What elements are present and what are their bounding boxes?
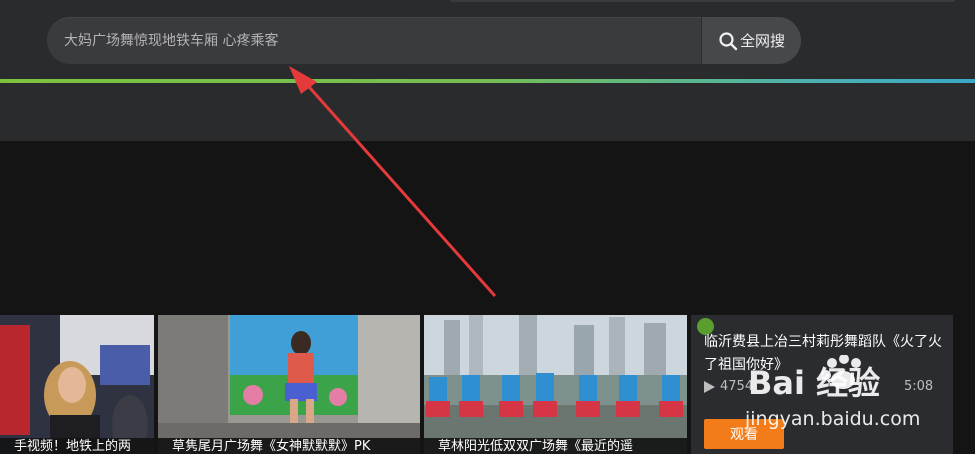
- video-title: 临沂费县上冶三村莉彤舞蹈队《火了火了祖国你好》: [704, 334, 942, 373]
- video-meta: 4754: [704, 379, 753, 394]
- video-thumbnail-1[interactable]: 手视频！地铁上的两: [0, 315, 154, 454]
- search-bar: 全网搜: [47, 17, 801, 64]
- video-duration: 5:08: [904, 379, 934, 394]
- watch-button[interactable]: 观看: [704, 419, 784, 449]
- video-caption-2: 草隽尾月广场舞《女神默默默》PK: [158, 438, 420, 454]
- video-featured-card[interactable]: 临沂费县上冶三村莉彤舞蹈队《火了火了祖国你好》 4754 5:08 观看: [691, 315, 953, 454]
- search-input[interactable]: [47, 17, 701, 64]
- video-thumbnail-2[interactable]: 草隽尾月广场舞《女神默默默》PK: [158, 315, 420, 454]
- search-button-label: 全网搜: [739, 32, 785, 50]
- view-count: 4754: [720, 379, 754, 394]
- video-thumbnail-3[interactable]: 草林阳光低双双广场舞《最近的遥: [424, 315, 687, 454]
- video-image-2: [158, 315, 420, 454]
- header-accent-line: [0, 79, 975, 83]
- header: 全网搜: [0, 0, 975, 141]
- video-image-3: [424, 315, 687, 454]
- play-icon: [704, 380, 715, 393]
- video-image-1: [0, 315, 154, 454]
- video-caption-3: 草林阳光低双双广场舞《最近的遥: [424, 438, 687, 454]
- search-icon: [719, 31, 738, 50]
- video-caption-1: 手视频！地铁上的两: [0, 438, 154, 454]
- top-panel-edge: [450, 0, 955, 2]
- search-all-web-button[interactable]: 全网搜: [701, 17, 801, 64]
